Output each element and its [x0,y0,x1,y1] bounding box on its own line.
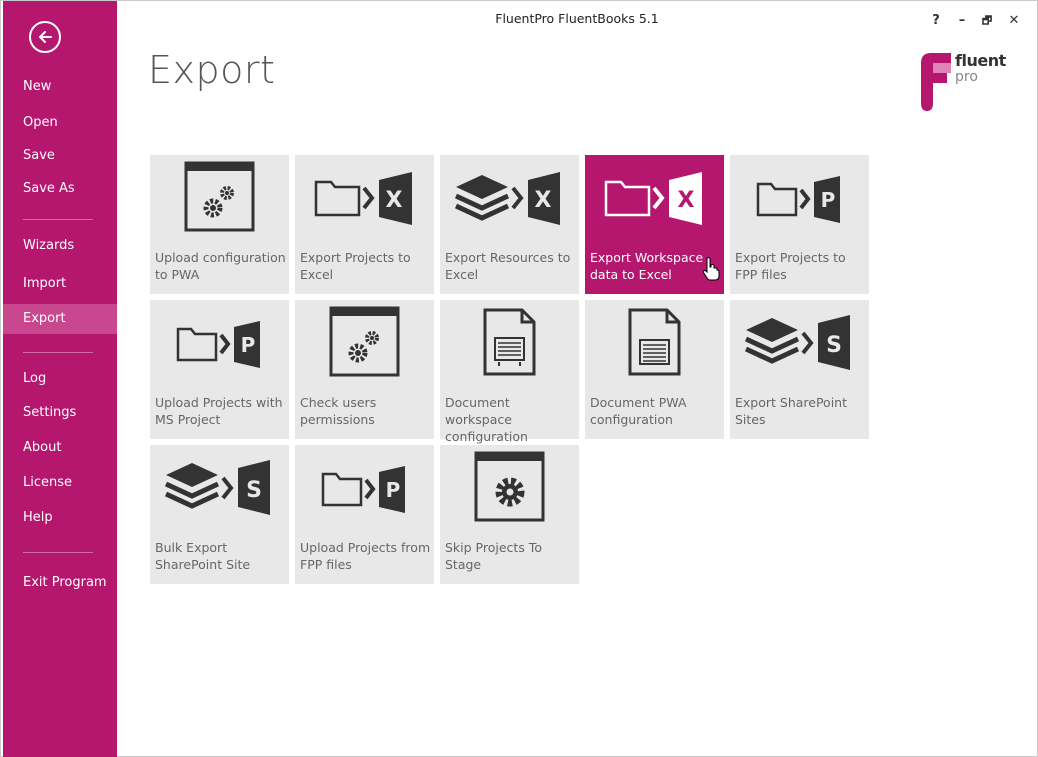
config-window-icon [329,306,400,377]
minimize-button[interactable]: – [952,11,972,31]
layers-to-sharepoint-icon: S [164,460,270,515]
sidebar-item-help[interactable]: Help [3,503,117,533]
svg-text:P: P [241,333,256,357]
sidebar-item-save[interactable]: Save [3,141,117,171]
tile-export-projects-to-fpp-files[interactable]: P Export Projects to FPP files [730,155,869,294]
gear-window-icon [474,451,545,522]
layers-to-sharepoint-icon: S [744,315,850,370]
sidebar-item-settings[interactable]: Settings [3,398,117,428]
svg-text:P: P [386,478,401,502]
svg-text:X: X [386,188,403,213]
tile-label: Skip Projects To Stage [445,540,542,572]
sidebar-item-exit-program[interactable]: Exit Program [3,568,117,598]
tile-document-workspace-configuration[interactable]: Document workspace configuration [440,300,579,444]
tile-export-projects-to-excel[interactable]: X Export Projects to Excel [295,155,434,294]
tile-document-pwa-configuration[interactable]: Document PWA configuration [585,300,724,439]
page-title: Export [148,48,276,92]
help-button[interactable]: ? [926,11,946,31]
sidebar: New Open Save Save As Wizards Import Exp… [3,1,117,757]
tile-label: Bulk Export SharePoint Site [155,540,251,572]
tile-label: Document workspace configuration [445,395,528,444]
tile-label: Upload Projects from FPP files [300,540,431,572]
sidebar-divider [23,219,93,220]
tile-upload-configuration-to-pwa[interactable]: Upload configuration to PWA [150,155,289,294]
tile-export-sharepoint-sites[interactable]: S Export SharePoint Sites [730,300,869,439]
tile-upload-projects-with-ms-project[interactable]: P Upload Projects with MS Project [150,300,289,439]
sidebar-item-save-as[interactable]: Save As [3,174,117,204]
restore-button[interactable]: 🗗 [977,11,997,31]
tile-upload-projects-from-fpp-files[interactable]: P Upload Projects from FPP files [295,445,434,584]
document-icon [483,308,536,376]
app-window: New Open Save Save As Wizards Import Exp… [0,0,1038,757]
folder-to-excel-icon: X [604,172,702,225]
tile-label: Export SharePoint Sites [735,395,847,427]
tile-skip-projects-to-stage[interactable]: Skip Projects To Stage [440,445,579,584]
sidebar-item-wizards[interactable]: Wizards [3,231,117,261]
tile-label: Document PWA configuration [590,395,687,427]
folder-to-project-icon: P [321,466,405,513]
logo-text-pro: pro [955,69,978,85]
folder-to-project-icon: P [756,176,840,223]
folder-to-excel-icon: X [314,172,412,225]
sidebar-item-export[interactable]: Export [3,304,117,334]
sidebar-item-log[interactable]: Log [3,364,117,394]
svg-text:P: P [821,188,836,212]
tile-label: Upload Projects with MS Project [155,395,283,427]
close-button[interactable]: ✕ [1004,11,1024,31]
tile-label: Export Projects to FPP files [735,250,846,282]
config-window-icon [184,161,255,232]
sidebar-item-import[interactable]: Import [3,269,117,299]
tile-check-users-permissions[interactable]: Check users permissions [295,300,434,439]
logo-text-fluent: fluent [955,51,1006,70]
tile-label: Upload configuration to PWA [155,250,286,282]
sidebar-divider [23,552,93,553]
folder-to-project-icon: P [176,321,260,368]
svg-text:X: X [535,188,552,213]
arrow-left-icon [39,31,52,43]
sidebar-item-about[interactable]: About [3,433,117,463]
hand-pointer-icon [702,257,720,281]
svg-text:S: S [246,478,262,503]
tile-label: Export Resources to Excel [445,250,571,282]
tile-bulk-export-sharepoint-site[interactable]: S Bulk Export SharePoint Site [150,445,289,584]
sidebar-item-new[interactable]: New [3,72,117,102]
tile-label: Export Projects to Excel [300,250,411,282]
window-title: FluentPro FluentBooks 5.1 [495,11,659,26]
svg-text:X: X [678,188,695,213]
sidebar-divider [23,352,93,353]
fluentpro-logo: fluent pro [919,51,1019,115]
sidebar-item-open[interactable]: Open [3,108,117,138]
fluentpro-logo-icon [921,53,951,111]
back-button[interactable] [29,21,61,53]
tile-label: Check users permissions [300,395,377,427]
sidebar-item-license[interactable]: License [3,468,117,498]
layers-to-excel-icon: X [454,172,560,225]
tile-export-resources-to-excel[interactable]: X Export Resources to Excel [440,155,579,294]
document-icon [628,308,681,376]
svg-text:S: S [826,333,842,358]
